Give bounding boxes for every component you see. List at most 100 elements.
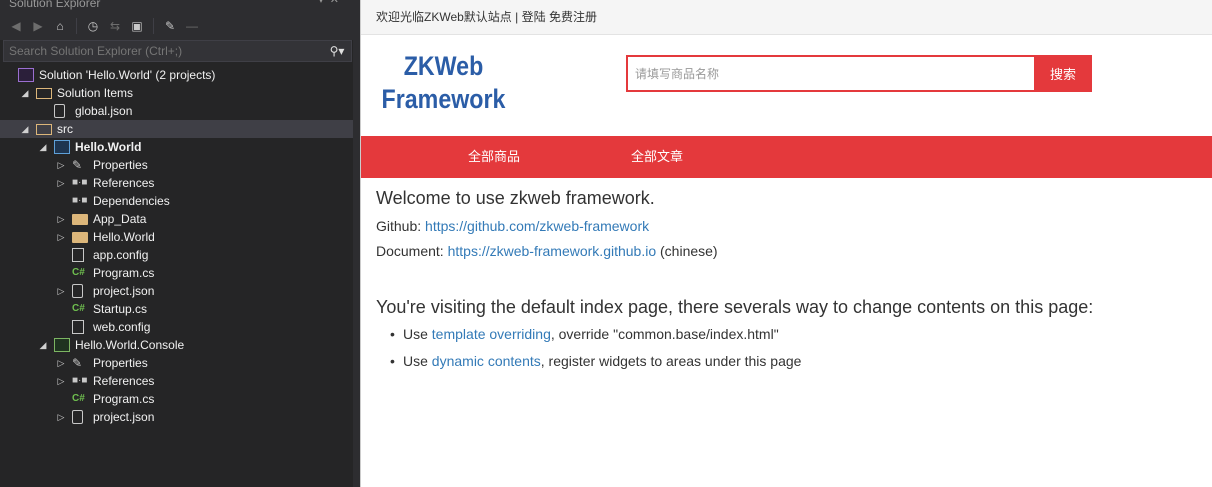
logo-line-1: ZKWeb — [403, 51, 484, 81]
expand-arrow-icon[interactable]: ▷ — [56, 282, 66, 300]
close-icon[interactable]: ✕ — [330, 0, 345, 6]
pending-changes-icon[interactable]: — — [184, 18, 200, 34]
tree-item[interactable]: ▷ ✎ Properties — [0, 156, 353, 174]
bullet-suffix: , override "common.base/index.html" — [550, 326, 779, 342]
tree-item[interactable]: ▷ project.json — [0, 408, 353, 426]
document-link[interactable]: https://zkweb-framework.github.io — [448, 243, 657, 259]
site-header: ZKWeb Framework 搜索 — [361, 35, 1212, 136]
tree-item[interactable]: ▷ Hello.World — [0, 228, 353, 246]
welcome-heading: Welcome to use zkweb framework. — [376, 188, 655, 208]
list-item: • Use template overriding, override "comm… — [390, 321, 1206, 348]
panel-title-buttons: ▾✕ — [318, 0, 345, 9]
nav-all-articles[interactable]: 全部文章 — [631, 136, 683, 178]
solution-tree: Solution 'Hello.World' (2 projects) ◢ Solu… — [0, 66, 353, 426]
csharp-file-icon: C# — [72, 267, 85, 278]
tree-item[interactable]: C# Program.cs — [0, 264, 353, 282]
properties-wrench-icon[interactable]: ✎ — [162, 18, 178, 34]
collapse-all-icon[interactable]: ▣ — [129, 18, 145, 34]
tree-item[interactable]: ▷ ■·■ References — [0, 372, 353, 390]
config-file-icon — [72, 248, 84, 262]
nav-all-products[interactable]: 全部商品 — [468, 136, 520, 178]
tree-item[interactable]: ▷ ✎ Properties — [0, 354, 353, 372]
search-icon[interactable]: ⚲▾ — [323, 41, 351, 61]
top-bar: 欢迎光临ZKWeb默认站点 | 登陆 免费注册 — [361, 0, 1212, 35]
collapse-arrow-icon[interactable]: ◢ — [38, 138, 48, 156]
tree-item[interactable]: global.json — [0, 102, 353, 120]
bullet-icon: • — [390, 326, 395, 342]
collapse-arrow-icon[interactable]: ◢ — [20, 120, 30, 138]
references-icon: ■·■ — [72, 195, 88, 206]
tree-item[interactable]: C# Program.cs — [0, 390, 353, 408]
history-icon[interactable]: ◷ — [85, 18, 101, 34]
tree-item[interactable]: app.config — [0, 246, 353, 264]
csharp-file-icon: C# — [72, 393, 85, 404]
tree-item-label: Dependencies — [93, 194, 170, 208]
solution-explorer-toolbar: ◀ ▶ ⌂ ◷ ⇆ ▣ ✎ — — [0, 12, 353, 40]
solution-explorer-search: ⚲▾ — [3, 40, 352, 62]
json-file-icon — [72, 284, 83, 298]
wrench-icon: ✎ — [72, 158, 83, 172]
folder-icon — [72, 232, 88, 243]
bullet-prefix: Use — [403, 353, 432, 369]
github-line: Github: https://github.com/zkweb-framewo… — [376, 214, 1206, 239]
register-link[interactable]: 免费注册 — [549, 10, 597, 24]
tree-item-label: Hello.World — [75, 140, 142, 154]
main-content: Welcome to use zkweb framework. Github: … — [376, 186, 1206, 375]
folder-icon — [72, 214, 88, 225]
tree-item[interactable]: ▷ App_Data — [0, 210, 353, 228]
collapse-arrow-icon[interactable]: ◢ — [20, 84, 30, 102]
dynamic-contents-link[interactable]: dynamic contents — [432, 353, 541, 369]
panel-splitter[interactable] — [353, 0, 360, 487]
tree-item-label: web.config — [93, 320, 151, 334]
tree-item-label: References — [93, 176, 155, 190]
tree-item-label: Solution 'Hello.World' (2 projects) — [39, 68, 216, 82]
tree-item[interactable]: web.config — [0, 318, 353, 336]
json-file-icon — [54, 104, 65, 118]
tree-item[interactable]: C# Startup.cs — [0, 300, 353, 318]
tree-item[interactable]: ■·■ Dependencies — [0, 192, 353, 210]
pin-icon[interactable]: ▾ — [318, 0, 330, 6]
back-icon[interactable]: ◀ — [8, 18, 24, 34]
json-file-icon — [72, 410, 83, 424]
folder-open-icon — [36, 88, 52, 99]
tree-item[interactable]: ▷ ■·■ References — [0, 174, 353, 192]
bullet-prefix: Use — [403, 326, 432, 342]
tree-item-label: Properties — [93, 158, 148, 172]
folder-open-icon — [36, 124, 52, 135]
tree-item-label: src — [57, 122, 73, 136]
template-overriding-link[interactable]: template overriding — [432, 326, 551, 342]
document-note: (chinese) — [656, 243, 718, 259]
product-search: 搜索 — [626, 55, 1092, 92]
tree-item-label: app.config — [93, 248, 149, 262]
expand-arrow-icon[interactable]: ▷ — [56, 372, 66, 390]
tree-item[interactable]: ▷ project.json — [0, 282, 353, 300]
topbar-separator: | — [511, 10, 522, 24]
tree-item[interactable]: ◢ src — [0, 120, 353, 138]
expand-arrow-icon[interactable]: ▷ — [56, 210, 66, 228]
home-icon[interactable]: ⌂ — [52, 18, 68, 34]
site-logo[interactable]: ZKWeb Framework — [379, 50, 508, 116]
github-link[interactable]: https://github.com/zkweb-framework — [425, 218, 649, 234]
expand-arrow-icon[interactable]: ▷ — [56, 408, 66, 426]
tree-item[interactable]: Solution 'Hello.World' (2 projects) — [0, 66, 353, 84]
expand-arrow-icon[interactable]: ▷ — [56, 174, 66, 192]
references-icon: ■·■ — [72, 375, 88, 386]
search-input[interactable] — [4, 41, 323, 61]
tree-item-label: Hello.World — [93, 230, 155, 244]
tree-item-label: Startup.cs — [93, 302, 148, 316]
expand-arrow-icon[interactable]: ▷ — [56, 228, 66, 246]
solution-explorer-title: Solution Explorer ▾✕ — [0, 0, 353, 12]
tree-item-label: References — [93, 374, 155, 388]
logo-line-2: Framework — [381, 84, 506, 114]
expand-arrow-icon[interactable]: ▷ — [56, 354, 66, 372]
sync-icon[interactable]: ⇆ — [107, 18, 123, 34]
expand-arrow-icon[interactable]: ▷ — [56, 156, 66, 174]
search-button[interactable]: 搜索 — [1034, 55, 1092, 92]
collapse-arrow-icon[interactable]: ◢ — [38, 336, 48, 354]
login-link[interactable]: 登陆 — [522, 10, 546, 24]
tree-item[interactable]: ◢ Hello.World.Console — [0, 336, 353, 354]
forward-icon[interactable]: ▶ — [30, 18, 46, 34]
tree-item[interactable]: ◢ Solution Items — [0, 84, 353, 102]
tree-item[interactable]: ◢ Hello.World — [0, 138, 353, 156]
product-search-input[interactable] — [626, 55, 1034, 92]
